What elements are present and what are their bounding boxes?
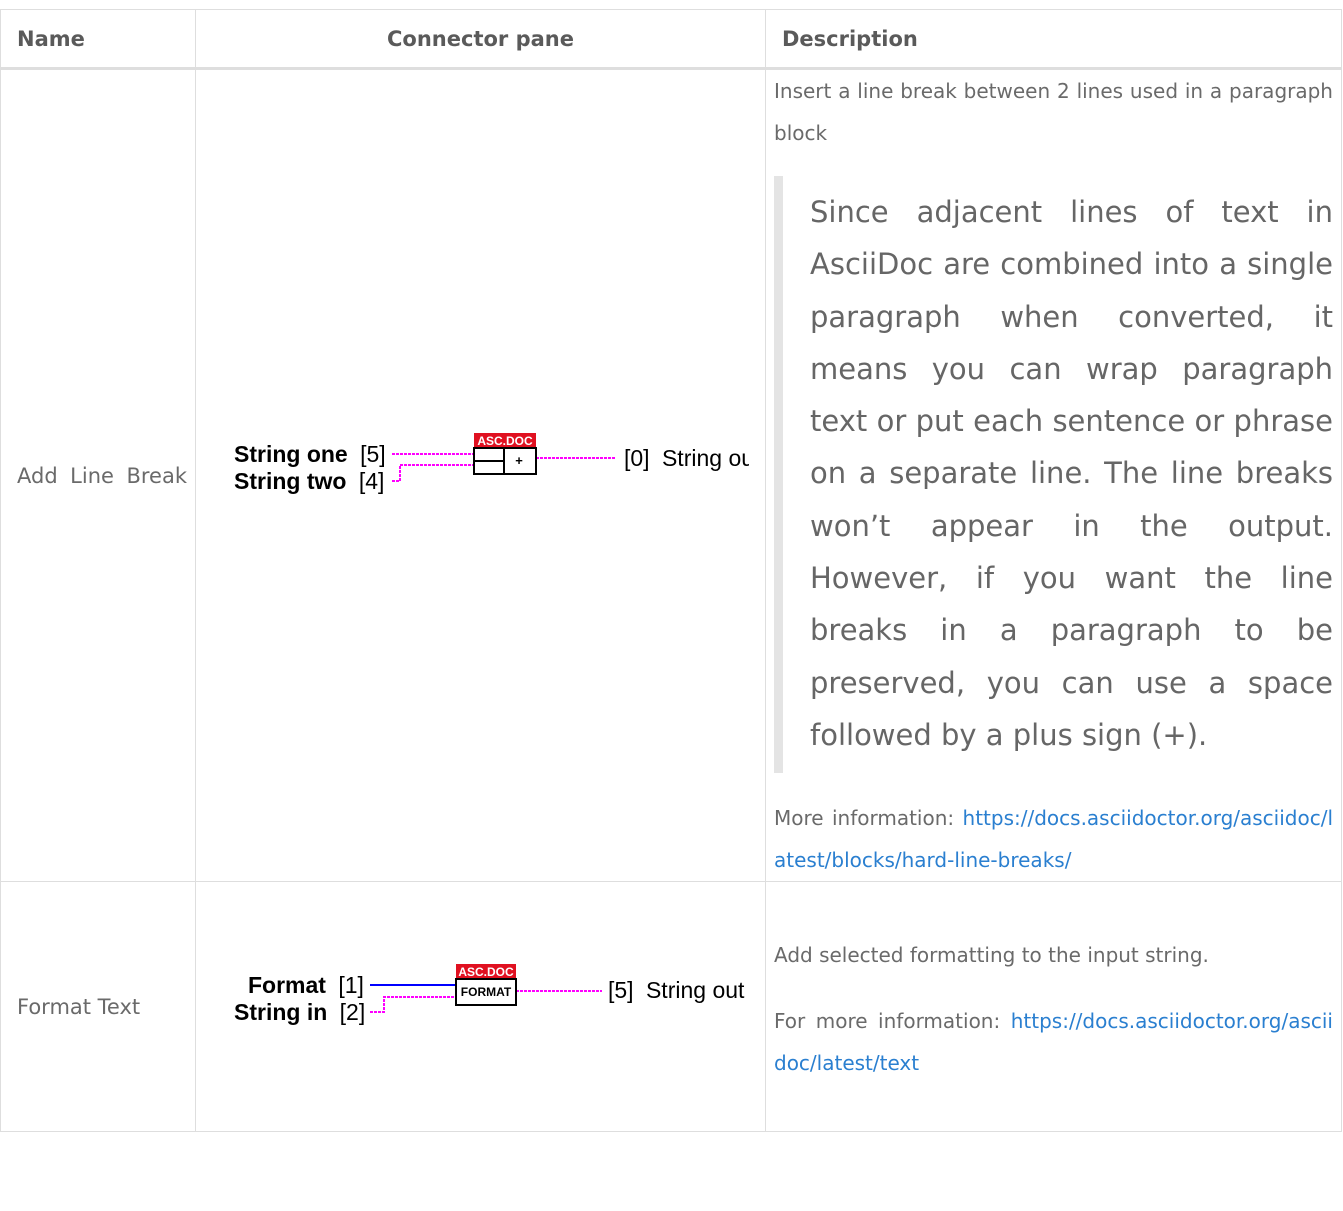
vi-badge-label: ASC.DOC xyxy=(458,965,514,979)
output-label: String out xyxy=(662,445,749,471)
vi-reference-table: Name Connector pane Description Add Line… xyxy=(0,9,1342,1133)
output-index: [0] xyxy=(624,445,650,471)
string-wire xyxy=(370,995,456,1013)
more-information: More information: https://docs.asciidoct… xyxy=(774,797,1333,881)
description-text: Add selected formatting to the input str… xyxy=(774,942,1209,967)
output-label: String out xyxy=(646,977,745,1003)
more-information-label: More information: xyxy=(774,806,955,831)
svg-text:[0] String out: [0] String out xyxy=(624,445,749,471)
input-label: Format xyxy=(248,972,326,998)
output-index: [5] xyxy=(608,977,634,1003)
vi-glyph: + xyxy=(515,453,523,468)
svg-text:String in [2]: String in [2] xyxy=(234,999,365,1025)
table-row: Add Line Break String one [5] String two… xyxy=(0,67,1342,883)
quote-block: Since adjacent lines of text in AsciiDoc… xyxy=(774,176,1333,774)
connector-pane-format-text: Format [1] String in [2] ASC.DOC FORMAT … xyxy=(234,963,745,1025)
vi-name: Format Text xyxy=(0,881,196,1133)
string-wire xyxy=(392,463,474,482)
vi-glyph: FORMAT xyxy=(461,985,512,999)
description-cell: Insert a line break between 2 lines used… xyxy=(765,67,1342,883)
input-index: [4] xyxy=(359,468,385,494)
more-information-label: For more information: xyxy=(774,1008,1001,1033)
svg-text:String one [5]: String one [5] xyxy=(234,441,386,467)
input-index: [2] xyxy=(340,999,366,1025)
vi-name: Add Line Break xyxy=(0,67,196,883)
svg-text:String two [4]: String two [4] xyxy=(234,468,384,494)
vi-icon: ASC.DOC + xyxy=(473,432,537,475)
input-label: String one xyxy=(234,441,348,467)
description-text: Insert a line break between 2 lines used… xyxy=(774,79,1333,145)
svg-text:[5] String out: [5] String out xyxy=(608,977,745,1003)
svg-text:Format [1]: Format [1] xyxy=(248,972,364,998)
more-information: For more information: https://docs.ascii… xyxy=(774,1000,1333,1084)
description-cell: Add selected formatting to the input str… xyxy=(765,881,1342,1133)
vi-badge-label: ASC.DOC xyxy=(477,434,533,448)
table-row: Format Text Format [1] String in [2] ASC… xyxy=(0,881,1342,1133)
connector-pane-cell: String one [5] String two [4] ASC.DOC + … xyxy=(195,67,766,883)
header-connector-pane: Connector pane xyxy=(195,9,766,70)
table-header-row: Name Connector pane Description xyxy=(0,9,1342,70)
connector-pane-add-line-break: String one [5] String two [4] ASC.DOC + … xyxy=(234,432,761,494)
connector-pane-cell: Format [1] String in [2] ASC.DOC FORMAT … xyxy=(195,881,766,1133)
header-name: Name xyxy=(0,9,196,70)
input-index: [5] xyxy=(360,441,386,467)
header-description: Description xyxy=(765,9,1342,70)
vi-icon: ASC.DOC FORMAT xyxy=(455,963,517,1006)
input-index: [1] xyxy=(338,972,364,998)
input-label: String in xyxy=(234,999,327,1025)
input-label: String two xyxy=(234,468,346,494)
